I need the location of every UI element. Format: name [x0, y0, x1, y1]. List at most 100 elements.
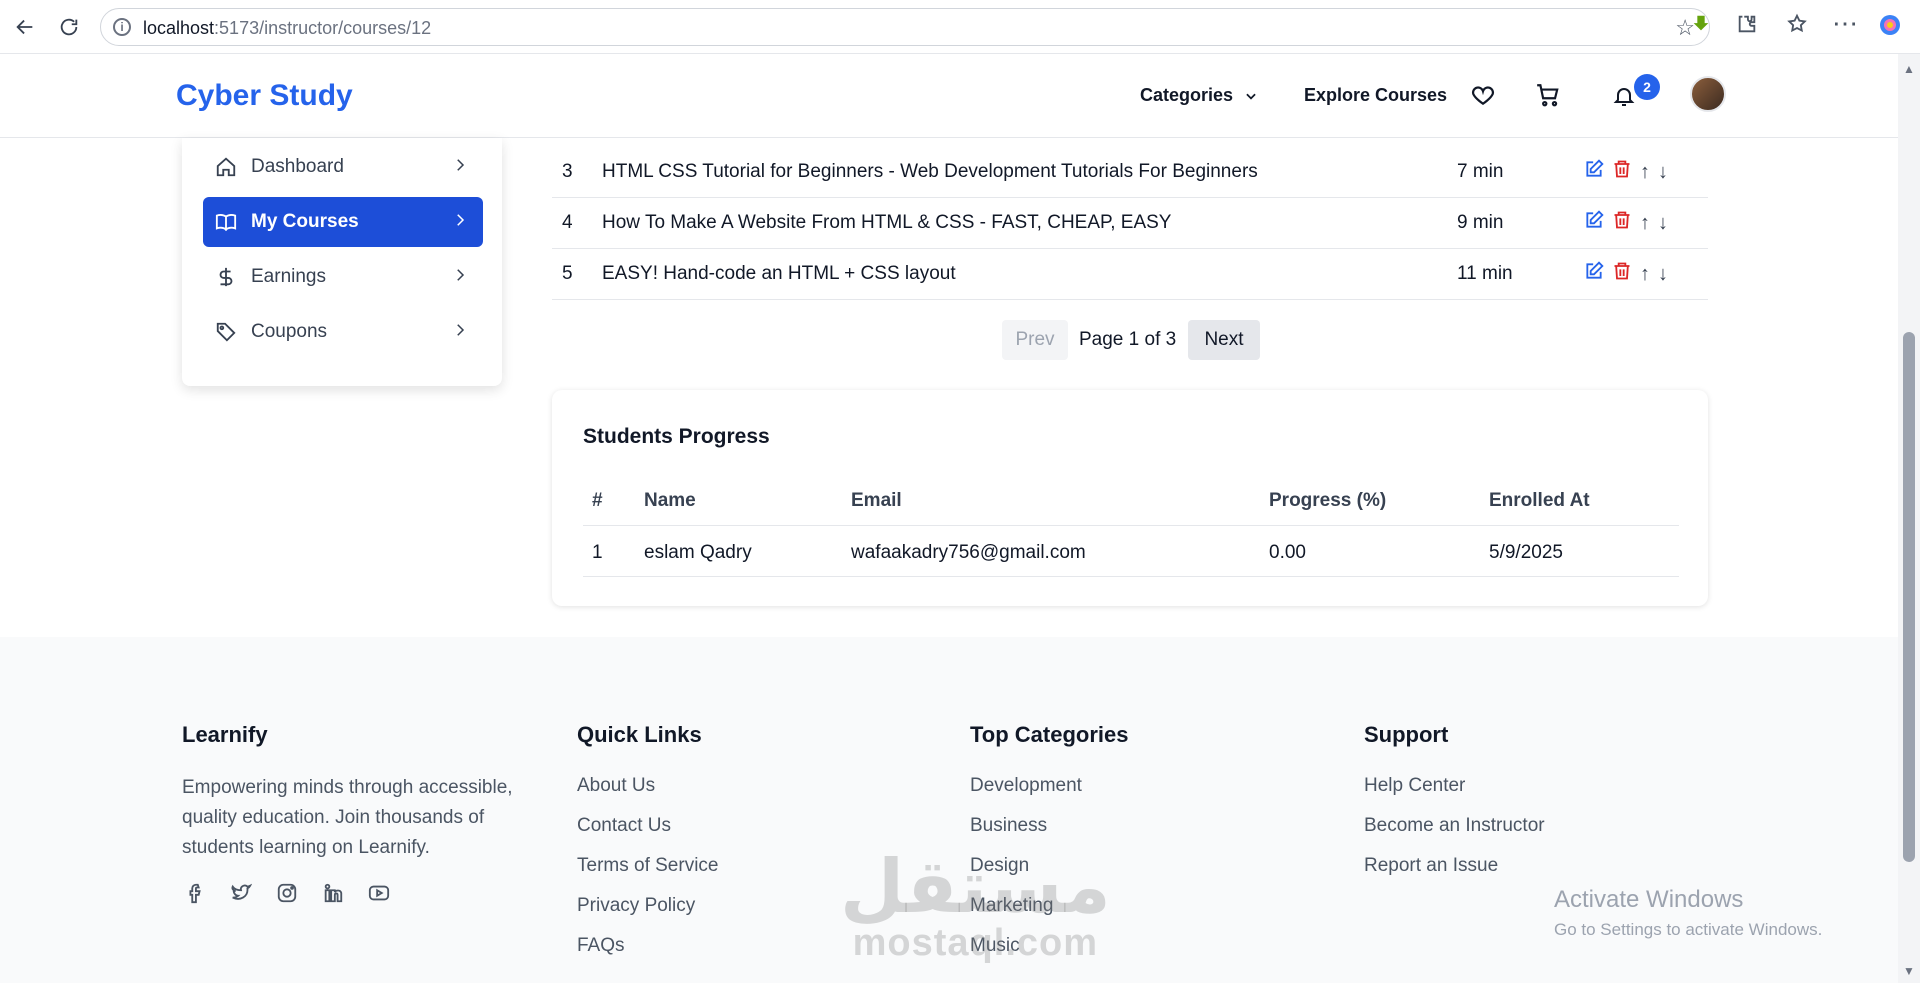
sidebar-item-my-courses[interactable]: My Courses	[203, 197, 483, 247]
top-categories-title: Top Categories	[970, 722, 1129, 747]
footer-link-development[interactable]: Development	[970, 775, 1082, 797]
move-up-icon[interactable]: ↑	[1640, 161, 1650, 184]
column-header: Progress (%)	[1269, 490, 1387, 511]
footer-link-become-instructor[interactable]: Become an Instructor	[1364, 815, 1545, 837]
footer-link-contact[interactable]: Contact Us	[577, 815, 671, 837]
table-row: 4 How To Make A Website From HTML & CSS …	[552, 198, 1708, 249]
next-page-button[interactable]: Next	[1188, 320, 1260, 360]
more-menu-icon[interactable]: ⋯	[1832, 8, 1858, 39]
column-header: Name	[644, 490, 696, 511]
sidebar-item-coupons[interactable]: Coupons	[203, 307, 483, 357]
brand-logo[interactable]: Cyber Study	[176, 79, 353, 113]
table-cell: wafaakadry756@gmail.com	[851, 542, 1086, 563]
sidebar-item-dashboard[interactable]: Dashboard	[203, 142, 483, 192]
footer-link-faqs[interactable]: FAQs	[577, 935, 625, 957]
book-icon	[213, 211, 239, 233]
dollar-icon	[213, 266, 239, 288]
instructor-sidebar: Dashboard My Courses Earnings Coupons	[182, 138, 502, 386]
url-text: localhost:5173/instructor/courses/12	[143, 18, 432, 38]
avatar[interactable]	[1690, 76, 1726, 112]
scrollbar-thumb[interactable]	[1903, 332, 1915, 862]
address-bar[interactable]: i localhost:5173/instructor/courses/12 ☆	[100, 8, 1710, 46]
divider	[583, 525, 1679, 526]
social-links	[182, 880, 392, 906]
move-up-icon[interactable]: ↑	[1640, 212, 1650, 235]
footer-link-privacy[interactable]: Privacy Policy	[577, 895, 695, 917]
footer-brand-title: Learnify	[182, 722, 268, 747]
edit-icon[interactable]	[1584, 159, 1604, 185]
footer-link-report-issue[interactable]: Report an Issue	[1364, 855, 1498, 877]
categories-label: Categories	[1140, 85, 1234, 105]
watermark-latin: mostaql.com	[852, 922, 1099, 964]
column-header: Enrolled At	[1489, 490, 1590, 511]
home-icon	[213, 156, 239, 178]
lesson-duration: 11 min	[1457, 263, 1513, 284]
sidebar-item-earnings[interactable]: Earnings	[203, 252, 483, 302]
delete-icon[interactable]	[1612, 261, 1632, 287]
prev-page-button[interactable]: Prev	[1002, 320, 1068, 360]
chevron-right-icon	[457, 214, 465, 226]
lesson-title: EASY! Hand-code an HTML + CSS layout	[602, 263, 956, 284]
table-cell: 0.00	[1269, 542, 1306, 563]
delete-icon[interactable]	[1612, 159, 1632, 185]
lesson-number: 5	[562, 263, 573, 284]
sidebar-item-label: Coupons	[251, 321, 328, 342]
move-down-icon[interactable]: ↓	[1658, 212, 1668, 235]
linkedin-icon[interactable]	[320, 880, 346, 906]
delete-icon[interactable]	[1612, 210, 1632, 236]
favorites-icon[interactable]	[1786, 13, 1808, 41]
scroll-down-icon[interactable]: ▼	[1903, 964, 1915, 978]
divider	[583, 576, 1679, 577]
move-down-icon[interactable]: ↓	[1658, 161, 1668, 184]
table-cell: 1	[592, 542, 603, 563]
chevron-right-icon	[457, 324, 465, 336]
download-extension-icon[interactable]	[1690, 13, 1712, 41]
site-header: Cyber Study Categories Explore Courses 2	[0, 54, 1898, 138]
sidebar-item-label: My Courses	[251, 211, 359, 232]
move-down-icon[interactable]: ↓	[1658, 263, 1668, 286]
facebook-icon[interactable]	[182, 880, 208, 906]
lesson-number: 3	[562, 161, 573, 182]
lesson-number: 4	[562, 212, 573, 233]
footer-link-business[interactable]: Business	[970, 815, 1047, 837]
activate-windows-overlay: Activate Windows Go to Settings to activ…	[1554, 886, 1822, 940]
instagram-icon[interactable]	[274, 880, 300, 906]
edit-icon[interactable]	[1584, 261, 1604, 287]
table-row: 5 EASY! Hand-code an HTML + CSS layout 1…	[552, 249, 1708, 300]
chevron-right-icon	[457, 159, 465, 171]
reload-icon[interactable]	[54, 12, 84, 42]
column-header: #	[592, 490, 603, 511]
support-title: Support	[1364, 722, 1449, 747]
footer-link-about[interactable]: About Us	[577, 775, 655, 797]
chevron-down-icon	[1246, 93, 1256, 100]
back-icon[interactable]	[10, 12, 40, 42]
scroll-up-icon[interactable]: ▲	[1903, 62, 1915, 76]
quick-links-title: Quick Links	[577, 722, 702, 747]
footer-link-help-center[interactable]: Help Center	[1364, 775, 1465, 797]
twitter-icon[interactable]	[228, 880, 254, 906]
edit-icon[interactable]	[1584, 210, 1604, 236]
browser-toolbar: i localhost:5173/instructor/courses/12 ☆…	[0, 0, 1920, 54]
site-info-icon[interactable]: i	[113, 18, 131, 36]
heart-icon[interactable]	[1470, 82, 1496, 113]
footer-link-terms[interactable]: Terms of Service	[577, 855, 718, 877]
youtube-icon[interactable]	[366, 880, 392, 906]
bell-icon[interactable]	[1612, 84, 1636, 113]
categories-menu[interactable]: Categories	[1140, 85, 1258, 106]
page-scrollbar[interactable]: ▲ ▼	[1898, 54, 1920, 983]
copilot-icon[interactable]	[1878, 13, 1902, 43]
activate-subtitle: Go to Settings to activate Windows.	[1554, 920, 1823, 939]
column-header: Email	[851, 490, 902, 511]
lesson-duration: 9 min	[1457, 212, 1504, 233]
lesson-title: How To Make A Website From HTML & CSS - …	[602, 212, 1172, 233]
sidebar-item-label: Dashboard	[251, 156, 344, 177]
extensions-icon[interactable]	[1736, 13, 1758, 41]
table-cell: 5/9/2025	[1489, 542, 1563, 563]
watermark-arabic: مستقل	[840, 844, 1111, 930]
explore-courses-link[interactable]: Explore Courses	[1304, 85, 1447, 106]
move-up-icon[interactable]: ↑	[1640, 263, 1650, 286]
cart-icon[interactable]	[1535, 82, 1561, 113]
table-cell: eslam Qadry	[644, 542, 752, 563]
card-title: Students Progress	[583, 425, 770, 448]
tag-icon	[213, 321, 239, 343]
